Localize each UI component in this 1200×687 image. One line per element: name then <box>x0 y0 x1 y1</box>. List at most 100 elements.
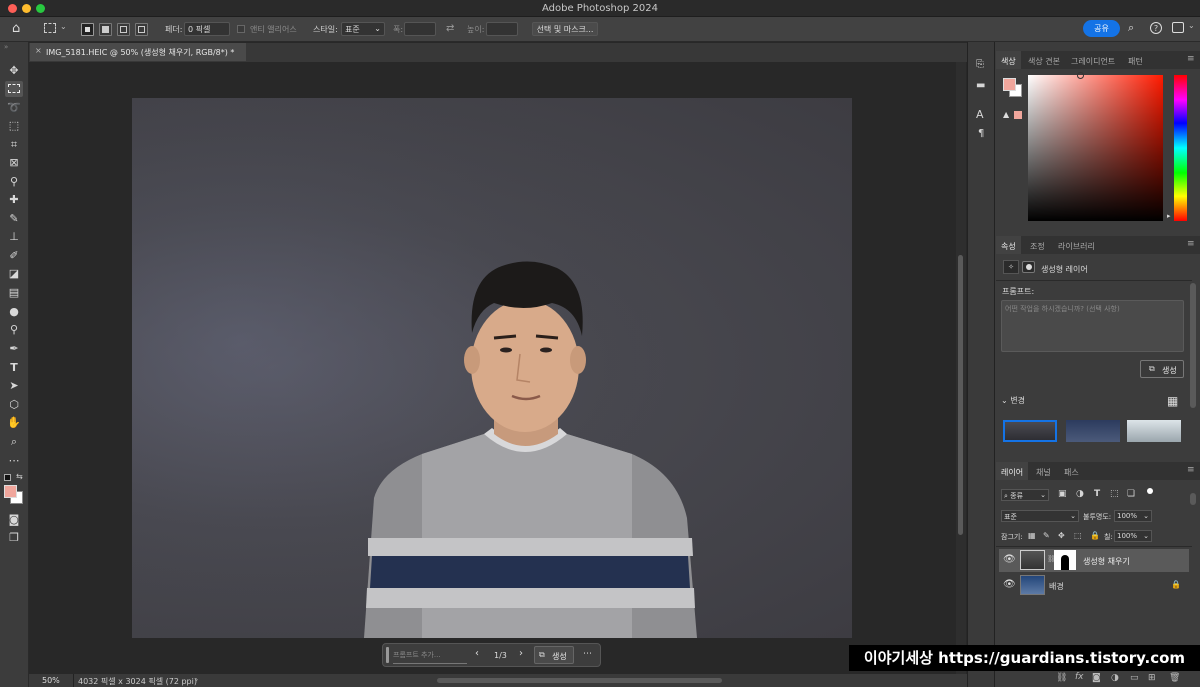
quick-mask-icon[interactable]: ◙ <box>5 512 23 528</box>
trash-icon[interactable]: 🗑 <box>1169 673 1180 683</box>
tab-properties[interactable]: 속성 <box>996 236 1021 254</box>
help-icon[interactable]: ? <box>1150 22 1162 34</box>
collapse-icon[interactable]: » <box>4 43 8 51</box>
add-mask-icon[interactable]: ◙ <box>1092 673 1101 683</box>
properties-scrollbar[interactable] <box>1190 283 1196 408</box>
intersect-selection-button[interactable] <box>135 23 148 36</box>
zoom-tool-icon[interactable]: ⌕ <box>5 434 23 450</box>
visibility-eye-icon[interactable]: 👁 <box>1003 554 1016 565</box>
close-icon[interactable]: × <box>35 46 42 55</box>
layer-name[interactable]: 생성형 채우기 <box>1083 556 1130 567</box>
lock-artboard-icon[interactable]: ⬚ <box>1074 531 1082 540</box>
generate-button[interactable]: ⧉ 생성 <box>534 646 574 664</box>
style-select[interactable]: 표준 ⌄ <box>341 22 385 36</box>
healing-brush-tool-icon[interactable]: ✚ <box>5 192 23 208</box>
paragraph-icon[interactable]: ¶ <box>978 128 984 139</box>
frame-tool-icon[interactable]: ⊠ <box>5 155 23 171</box>
tab-adjustments[interactable]: 조정 <box>1025 236 1050 254</box>
hand-tool-icon[interactable]: ✋ <box>5 415 23 431</box>
gradient-tool-icon[interactable]: ▤ <box>5 285 23 301</box>
subtract-selection-button[interactable] <box>117 23 130 36</box>
color-picker-cursor[interactable] <box>1077 72 1084 79</box>
lasso-tool-icon[interactable]: ➰ <box>5 100 23 116</box>
foreground-color-swatch[interactable] <box>4 485 17 498</box>
select-mask-button[interactable]: 선택 및 마스크... <box>532 22 598 36</box>
more-tools-icon[interactable]: ⋯ <box>5 453 23 469</box>
filter-shape-icon[interactable]: ⬚ <box>1110 489 1119 499</box>
layers-scrollbar[interactable] <box>1190 493 1196 505</box>
variation-thumbnail-3[interactable] <box>1127 420 1181 442</box>
adjustment-layer-icon[interactable]: ◑ <box>1111 673 1119 683</box>
history-icon[interactable]: ⎘ <box>976 59 984 70</box>
grid-view-icon[interactable]: ▦ <box>1167 394 1178 408</box>
move-tool-icon[interactable]: ✥ <box>5 63 23 79</box>
marquee-tool-icon[interactable] <box>5 81 23 97</box>
screen-mode-icon[interactable]: ❐ <box>5 530 23 546</box>
stamp-tool-icon[interactable]: ⊥ <box>5 229 23 245</box>
variations-header[interactable]: ⌄ 변경 <box>1001 395 1025 406</box>
variation-thumbnail-2[interactable] <box>1066 420 1120 442</box>
history-brush-tool-icon[interactable]: ✐ <box>5 248 23 264</box>
hue-slider[interactable] <box>1174 75 1187 221</box>
opacity-input[interactable]: 100% ⌄ <box>1114 510 1152 522</box>
link-layers-icon[interactable]: ⛓ <box>1056 673 1067 683</box>
workspace-icon[interactable] <box>1172 22 1184 33</box>
group-icon[interactable]: ▭ <box>1130 673 1139 683</box>
swap-colors-icon[interactable]: ⇆ <box>16 472 23 481</box>
antialias-checkbox[interactable] <box>237 25 245 33</box>
layer-name[interactable]: 배경 <box>1049 581 1064 592</box>
tab-channels[interactable]: 채널 <box>1031 462 1056 480</box>
lock-all-icon[interactable]: 🔒 <box>1090 531 1100 540</box>
tab-swatches[interactable]: 색상 견본 <box>1023 51 1065 69</box>
blend-mode-select[interactable]: 표준 ⌄ <box>1001 510 1079 522</box>
variation-thumbnail-1[interactable] <box>1003 420 1057 442</box>
tab-layers[interactable]: 레이어 <box>996 462 1029 480</box>
character-icon[interactable]: A <box>976 108 984 121</box>
tab-libraries[interactable]: 라이브러리 <box>1053 236 1100 254</box>
filter-smart-object-icon[interactable]: ❏ <box>1127 489 1135 499</box>
lock-icon[interactable]: 🔒 <box>1171 580 1181 589</box>
blur-tool-icon[interactable]: ● <box>5 304 23 320</box>
dodge-tool-icon[interactable]: ⚲ <box>5 322 23 338</box>
eyedropper-tool-icon[interactable]: ⚲ <box>5 174 23 190</box>
more-options-icon[interactable]: ⋯ <box>583 649 592 659</box>
layer-row[interactable]: 👁 ⛓ 생성형 채우기 <box>999 549 1189 572</box>
drag-handle[interactable] <box>386 647 389 663</box>
properties-generate-button[interactable]: ⧉ 생성 <box>1140 360 1184 378</box>
path-select-tool-icon[interactable]: ➤ <box>5 378 23 394</box>
previous-icon[interactable]: ‹ <box>475 648 479 659</box>
chevron-right-icon[interactable]: › <box>195 675 198 684</box>
tab-color[interactable]: 색상 <box>996 51 1021 69</box>
type-tool-icon[interactable]: T <box>5 360 23 376</box>
brush-tool-icon[interactable]: ✎ <box>5 211 23 227</box>
fx-icon[interactable]: fx <box>1075 672 1084 682</box>
height-input[interactable] <box>486 22 518 36</box>
swap-icon[interactable]: ⇄ <box>446 23 454 34</box>
home-icon[interactable]: ⌂ <box>12 21 20 36</box>
comments-icon[interactable]: ▬ <box>976 80 985 91</box>
chevron-down-icon[interactable]: ⌄ <box>1188 21 1195 30</box>
chevron-down-icon[interactable]: ⌄ <box>60 22 67 31</box>
eraser-tool-icon[interactable]: ◪ <box>5 266 23 282</box>
prompt-input[interactable]: 프롬프트 추가... <box>393 650 441 660</box>
horizontal-scroll-thumb[interactable] <box>437 678 722 683</box>
new-layer-icon[interactable]: ⊞ <box>1148 673 1156 683</box>
gamut-warning-icon[interactable]: ▲ <box>1003 110 1009 119</box>
color-foreground-swatch[interactable] <box>1003 78 1016 91</box>
layer-row[interactable]: 👁 배경 🔒 <box>999 574 1189 597</box>
color-picker-field[interactable] <box>1028 75 1163 221</box>
gamut-color-swatch[interactable] <box>1014 111 1022 119</box>
tab-paths[interactable]: 패스 <box>1059 462 1084 480</box>
zoom-level[interactable]: 50% <box>42 676 60 685</box>
feather-input[interactable]: 0 픽셀 <box>184 22 230 36</box>
lock-image-icon[interactable]: ✎ <box>1043 531 1050 540</box>
search-icon[interactable]: ⌕ <box>1128 21 1134 35</box>
tab-gradients[interactable]: 그레이디언트 <box>1066 51 1120 69</box>
visibility-eye-icon[interactable]: 👁 <box>1003 579 1016 590</box>
filter-type-icon[interactable]: T <box>1094 489 1100 499</box>
hue-slider-handle[interactable]: ▸ <box>1167 212 1171 220</box>
lock-transparent-icon[interactable]: ▦ <box>1028 531 1036 540</box>
filter-toggle-icon[interactable] <box>1147 488 1153 494</box>
canvas[interactable] <box>132 98 852 638</box>
layer-filter-select[interactable]: ⌕ 종류 ⌄ <box>1001 489 1049 501</box>
